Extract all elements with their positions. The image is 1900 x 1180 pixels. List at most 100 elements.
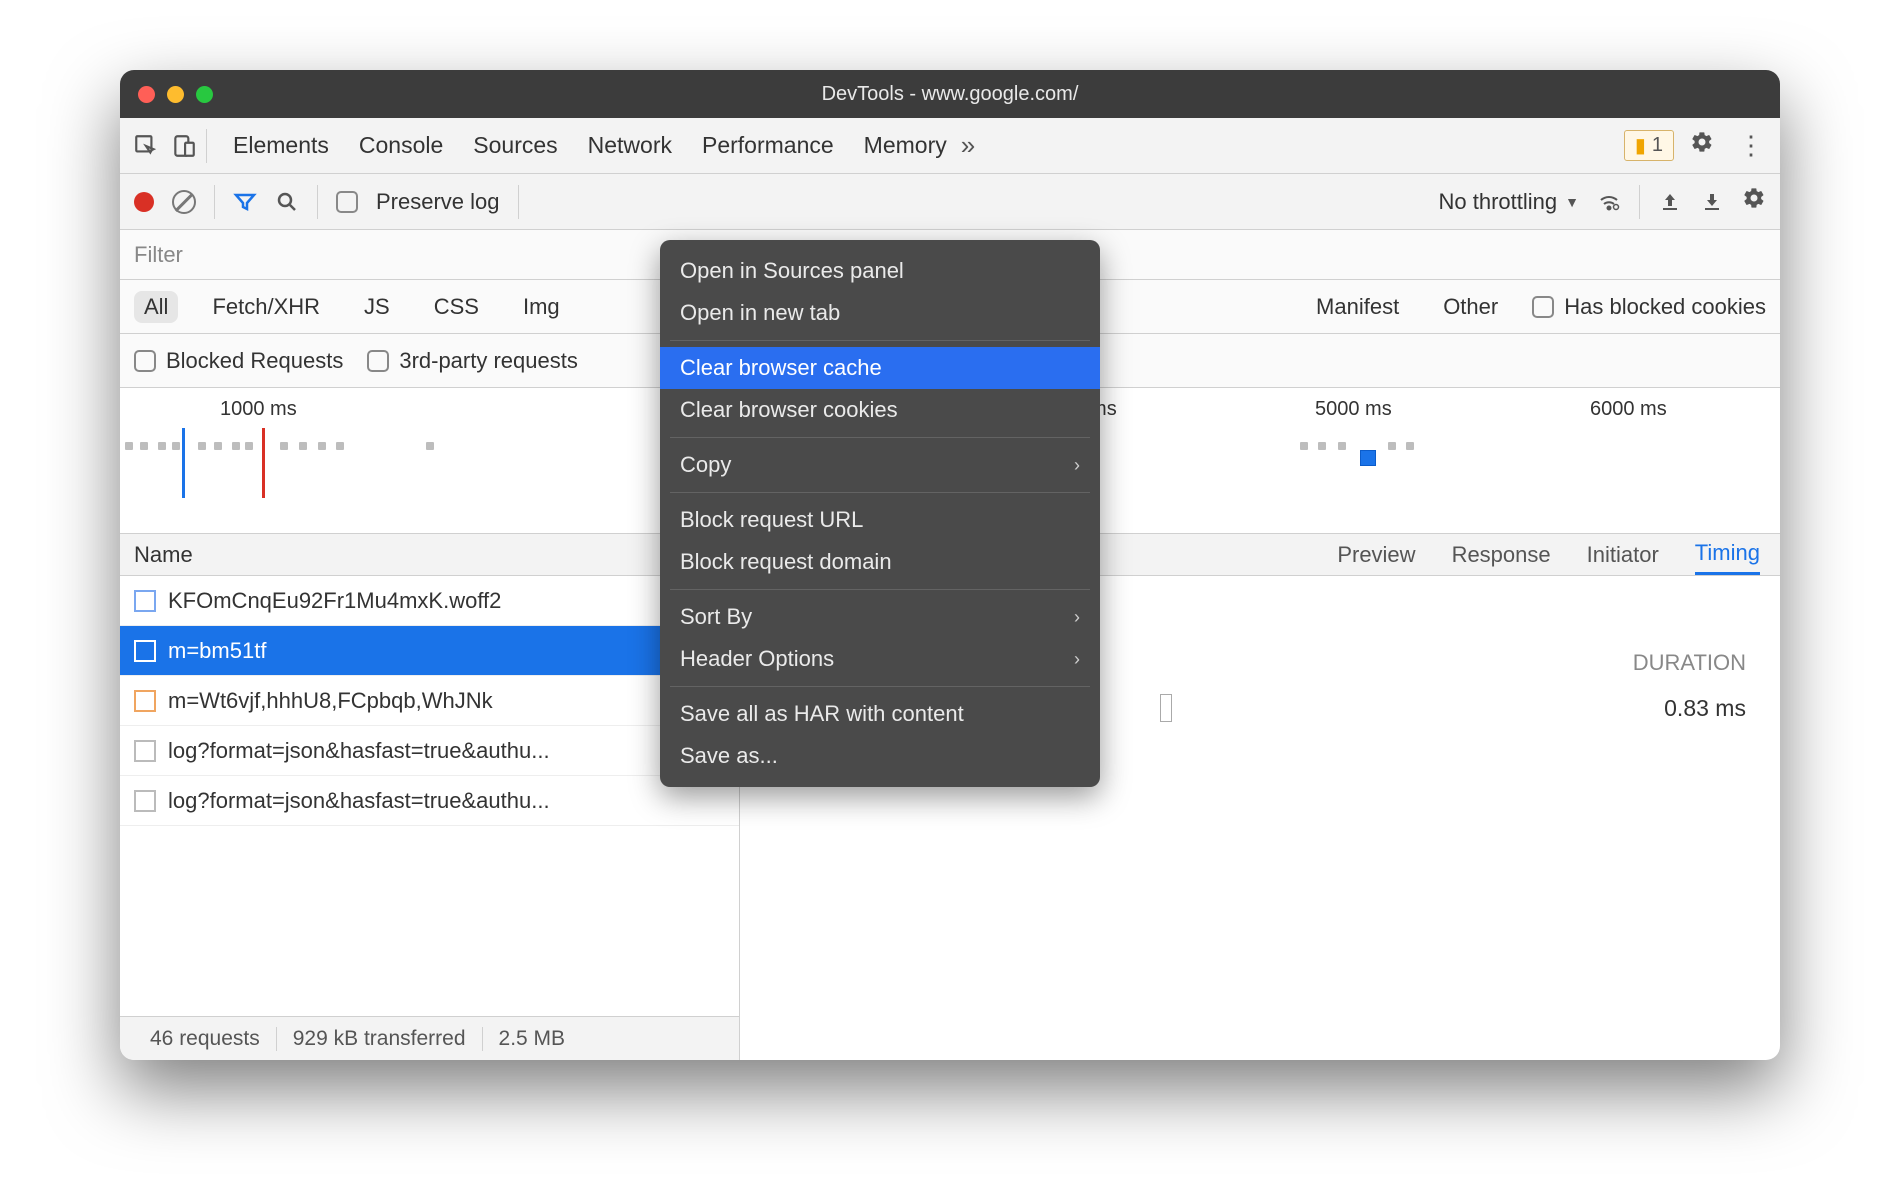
third-party-checkbox[interactable]	[367, 350, 389, 372]
request-row[interactable]: log?format=json&hasfast=true&authu...	[120, 726, 739, 776]
context-menu-item[interactable]: Clear browser cache	[660, 347, 1100, 389]
network-settings-icon[interactable]	[1742, 186, 1766, 217]
request-row[interactable]: m=bm51tf	[120, 626, 739, 676]
timeline-tick: 1000 ms	[220, 398, 297, 421]
throttling-value: No throttling	[1439, 189, 1558, 215]
timeline-dot	[140, 442, 148, 450]
search-icon[interactable]	[275, 190, 299, 214]
detail-tab-initiator[interactable]: Initiator	[1587, 534, 1659, 575]
context-menu-label: Save all as HAR with content	[680, 701, 964, 727]
request-name: m=bm51tf	[168, 638, 266, 664]
minimize-window-button[interactable]	[167, 86, 184, 103]
request-type-icon	[134, 740, 156, 762]
context-menu-item[interactable]: Save as...	[660, 735, 1100, 777]
context-menu-separator	[670, 589, 1090, 590]
tab-memory[interactable]: Memory	[864, 132, 947, 159]
request-row[interactable]: m=Wt6vjf,hhhU8,FCpbqb,WhJNk	[120, 676, 739, 726]
type-js[interactable]: JS	[354, 291, 400, 323]
warnings-count: 1	[1652, 134, 1663, 157]
type-manifest[interactable]: Manifest	[1306, 291, 1409, 323]
zoom-window-button[interactable]	[196, 86, 213, 103]
blocked-requests-toggle[interactable]: Blocked Requests	[134, 348, 343, 374]
type-fetchxhr[interactable]: Fetch/XHR	[202, 291, 330, 323]
timeline-tick: 6000 ms	[1590, 398, 1667, 421]
tab-elements[interactable]: Elements	[233, 132, 329, 159]
tab-network[interactable]: Network	[588, 132, 672, 159]
tab-console[interactable]: Console	[359, 132, 443, 159]
warnings-badge[interactable]: ▮ 1	[1624, 130, 1674, 161]
context-menu-item[interactable]: Open in Sources panel	[660, 250, 1100, 292]
third-party-label: 3rd-party requests	[399, 348, 578, 374]
timeline-dot	[318, 442, 326, 450]
tab-sources[interactable]: Sources	[473, 132, 557, 159]
timeline-load-marker	[262, 428, 265, 498]
request-name: log?format=json&hasfast=true&authu...	[168, 788, 550, 814]
blocked-cookies-label: Has blocked cookies	[1564, 294, 1766, 320]
timeline-dot	[1388, 442, 1396, 450]
column-header-name[interactable]: Name	[120, 534, 739, 576]
context-menu-label: Block request domain	[680, 549, 892, 575]
window-titlebar: DevTools - www.google.com/	[120, 70, 1780, 118]
detail-tab-preview[interactable]: Preview	[1337, 534, 1415, 575]
request-type-icon	[134, 590, 156, 612]
filter-icon[interactable]	[233, 190, 257, 214]
third-party-toggle[interactable]: 3rd-party requests	[367, 348, 578, 374]
record-button[interactable]	[134, 192, 154, 212]
context-menu-label: Block request URL	[680, 507, 863, 533]
context-menu-item[interactable]: Save all as HAR with content	[660, 693, 1100, 735]
context-menu-item[interactable]: Block request domain	[660, 541, 1100, 583]
settings-icon[interactable]	[1680, 130, 1724, 161]
divider	[1639, 185, 1640, 219]
context-menu-separator	[670, 686, 1090, 687]
type-all[interactable]: All	[134, 291, 178, 323]
close-window-button[interactable]	[138, 86, 155, 103]
device-toggle-icon[interactable]	[168, 130, 200, 162]
blocked-cookies-toggle[interactable]: Has blocked cookies	[1532, 294, 1766, 320]
detail-tab-response[interactable]: Response	[1452, 534, 1551, 575]
context-menu-item[interactable]: Open in new tab	[660, 292, 1100, 334]
type-css[interactable]: CSS	[424, 291, 489, 323]
export-har-icon[interactable]	[1700, 190, 1724, 214]
import-har-icon[interactable]	[1658, 190, 1682, 214]
request-list-pane: Name KFOmCnqEu92Fr1Mu4mxK.woff2 m=bm51tf…	[120, 534, 740, 1060]
detail-tab-timing[interactable]: Timing	[1695, 534, 1760, 575]
request-type-icon	[134, 790, 156, 812]
context-menu-item[interactable]: Header Options›	[660, 638, 1100, 680]
context-menu-item[interactable]: Block request URL	[660, 499, 1100, 541]
chevron-right-icon: ›	[1074, 649, 1080, 670]
chevron-down-icon: ▼	[1565, 194, 1579, 210]
inspect-element-icon[interactable]	[130, 130, 162, 162]
kebab-menu-icon[interactable]: ⋮	[1730, 130, 1770, 161]
context-menu-separator	[670, 437, 1090, 438]
preserve-log-checkbox[interactable]	[336, 191, 358, 213]
timeline-domcontentloaded-marker	[182, 428, 185, 498]
request-row[interactable]: log?format=json&hasfast=true&authu...	[120, 776, 739, 826]
context-menu-separator	[670, 340, 1090, 341]
request-name: KFOmCnqEu92Fr1Mu4mxK.woff2	[168, 588, 501, 614]
blocked-requests-checkbox[interactable]	[134, 350, 156, 372]
context-menu-label: Open in Sources panel	[680, 258, 904, 284]
devtools-window: DevTools - www.google.com/ Elements Cons…	[120, 70, 1780, 1060]
throttling-select[interactable]: No throttling ▼	[1439, 189, 1579, 215]
timeline-dot	[172, 442, 180, 450]
timeline-dot	[426, 442, 434, 450]
timeline-dot	[125, 442, 133, 450]
more-tabs-icon[interactable]: »	[953, 130, 983, 161]
request-row[interactable]: KFOmCnqEu92Fr1Mu4mxK.woff2	[120, 576, 739, 626]
request-type-icon	[134, 640, 156, 662]
timeline-dot	[158, 442, 166, 450]
type-other[interactable]: Other	[1433, 291, 1508, 323]
tab-performance[interactable]: Performance	[702, 132, 834, 159]
network-conditions-icon[interactable]	[1597, 190, 1621, 214]
context-menu-item[interactable]: Copy›	[660, 444, 1100, 486]
queueing-value: 0.83 ms	[1664, 695, 1746, 722]
context-menu-item[interactable]: Clear browser cookies	[660, 389, 1100, 431]
status-bar: 46 requests 929 kB transferred 2.5 MB	[120, 1016, 739, 1060]
context-menu-item[interactable]: Sort By›	[660, 596, 1100, 638]
context-menu-label: Save as...	[680, 743, 778, 769]
blocked-cookies-checkbox[interactable]	[1532, 296, 1554, 318]
traffic-lights	[138, 86, 213, 103]
clear-button[interactable]	[172, 190, 196, 214]
type-img[interactable]: Img	[513, 291, 570, 323]
timeline-dot	[1406, 442, 1414, 450]
